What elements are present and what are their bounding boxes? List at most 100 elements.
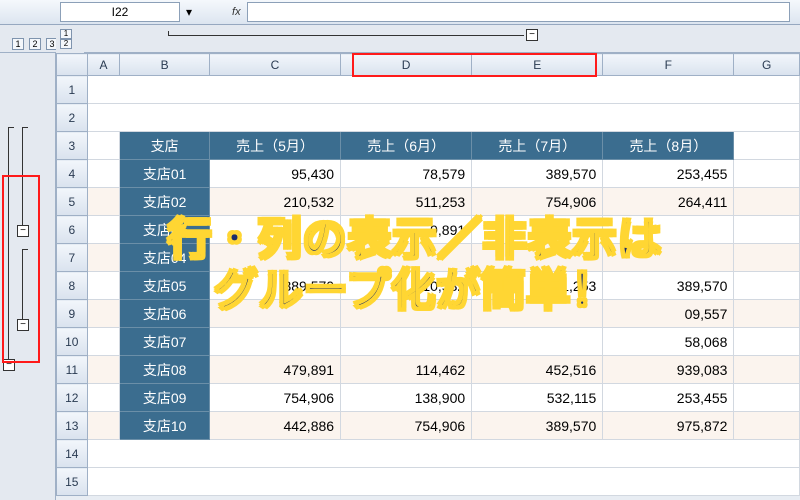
header-jul[interactable]: 売上（7月） [472,132,603,160]
cell[interactable]: 138,900 [341,384,472,412]
cell[interactable] [87,188,120,216]
cell[interactable]: 09,557 [603,300,734,328]
cell[interactable]: 9,891 [341,216,472,244]
cell[interactable] [734,132,800,160]
spreadsheet-grid[interactable]: A B C D E F G 1 2 3 支店 売上（5月） 売上（6月） 売上（… [56,53,800,500]
header-aug[interactable]: 売上（8月） [603,132,734,160]
cell[interactable]: 253,455 [603,384,734,412]
cell[interactable]: 58,068 [603,328,734,356]
fx-label[interactable]: fx [232,6,241,18]
cell[interactable] [603,244,734,272]
row-header[interactable]: 1 [57,76,88,104]
row-header[interactable]: 4 [57,160,88,188]
cell[interactable]: 389,570 [209,272,340,300]
cell[interactable] [87,328,120,356]
row-header[interactable]: 6 [57,216,88,244]
row-header[interactable]: 2 [57,104,88,132]
cell[interactable]: 442,886 [209,412,340,440]
cell[interactable] [472,328,603,356]
cell[interactable]: 754,906 [341,412,472,440]
cell[interactable] [734,160,800,188]
cell[interactable] [87,468,799,496]
row-header[interactable]: 7 [57,244,88,272]
cell[interactable]: 78,579 [341,160,472,188]
cell[interactable]: 264,411 [603,188,734,216]
cell[interactable]: 939,083 [603,356,734,384]
cell[interactable] [87,384,120,412]
cell[interactable] [209,300,340,328]
cell[interactable] [341,300,472,328]
cell[interactable] [87,132,120,160]
cell[interactable] [734,412,800,440]
row-group-1-collapse-button[interactable]: − [3,359,15,371]
cell[interactable] [734,216,800,244]
cell[interactable] [87,272,120,300]
col-header-F[interactable]: F [603,54,734,76]
row-header[interactable]: 11 [57,356,88,384]
col-level-2-button[interactable]: 2 [60,39,72,49]
cell[interactable] [472,216,603,244]
cell[interactable] [87,216,120,244]
col-header-D[interactable]: D [341,54,472,76]
name-box-dropdown[interactable]: ▾ [186,5,192,19]
branch-name[interactable]: 支店09 [120,384,210,412]
cell[interactable] [734,384,800,412]
cell[interactable]: 754,906 [472,188,603,216]
cell[interactable] [472,244,603,272]
header-branch[interactable]: 支店 [120,132,210,160]
cell[interactable]: 114,462 [341,356,472,384]
row-header[interactable]: 5 [57,188,88,216]
row-header[interactable]: 10 [57,328,88,356]
branch-name[interactable]: 支店05 [120,272,210,300]
cell[interactable] [341,328,472,356]
branch-name[interactable]: 支店03 [120,216,210,244]
formula-input[interactable] [247,2,790,22]
cell[interactable] [87,76,799,104]
branch-name[interactable]: 支店01 [120,160,210,188]
cell[interactable] [603,216,734,244]
cell[interactable] [341,244,472,272]
col-header-B[interactable]: B [120,54,210,76]
cell[interactable]: 479,891 [209,356,340,384]
header-jun[interactable]: 売上（6月） [341,132,472,160]
cell[interactable]: 452,516 [472,356,603,384]
cell[interactable]: 754,906 [209,384,340,412]
cell[interactable] [87,244,120,272]
cell[interactable]: 210,532 [341,272,472,300]
cell[interactable] [87,160,120,188]
cell[interactable] [209,216,340,244]
cell[interactable]: 389,570 [472,412,603,440]
cell[interactable]: 253,455 [603,160,734,188]
col-header-A[interactable]: A [87,54,120,76]
cell[interactable] [734,356,800,384]
cell[interactable]: 389,570 [472,160,603,188]
branch-name[interactable]: 支店04 [120,244,210,272]
row-level-1-button[interactable]: 1 [12,38,24,50]
cell[interactable]: 389,570 [603,272,734,300]
row-header[interactable]: 15 [57,468,88,496]
cell[interactable] [472,300,603,328]
cell[interactable] [209,244,340,272]
branch-name[interactable]: 支店08 [120,356,210,384]
cell[interactable] [87,440,799,468]
branch-name[interactable]: 支店07 [120,328,210,356]
branch-name[interactable]: 支店02 [120,188,210,216]
cell[interactable] [87,412,120,440]
cell[interactable] [734,300,800,328]
row-header[interactable]: 13 [57,412,88,440]
branch-name[interactable]: 支店06 [120,300,210,328]
row-header[interactable]: 8 [57,272,88,300]
cell[interactable]: 511,253 [472,272,603,300]
cell[interactable] [87,104,799,132]
row-level-2-button[interactable]: 2 [29,38,41,50]
col-header-G[interactable]: G [734,54,800,76]
cell[interactable] [87,356,120,384]
cell[interactable] [734,244,800,272]
row-header[interactable]: 9 [57,300,88,328]
cell[interactable]: 532,115 [472,384,603,412]
cell[interactable] [734,272,800,300]
cell[interactable] [87,300,120,328]
branch-name[interactable]: 支店10 [120,412,210,440]
header-may[interactable]: 売上（5月） [209,132,340,160]
row-group-3-collapse-button[interactable]: − [17,319,29,331]
